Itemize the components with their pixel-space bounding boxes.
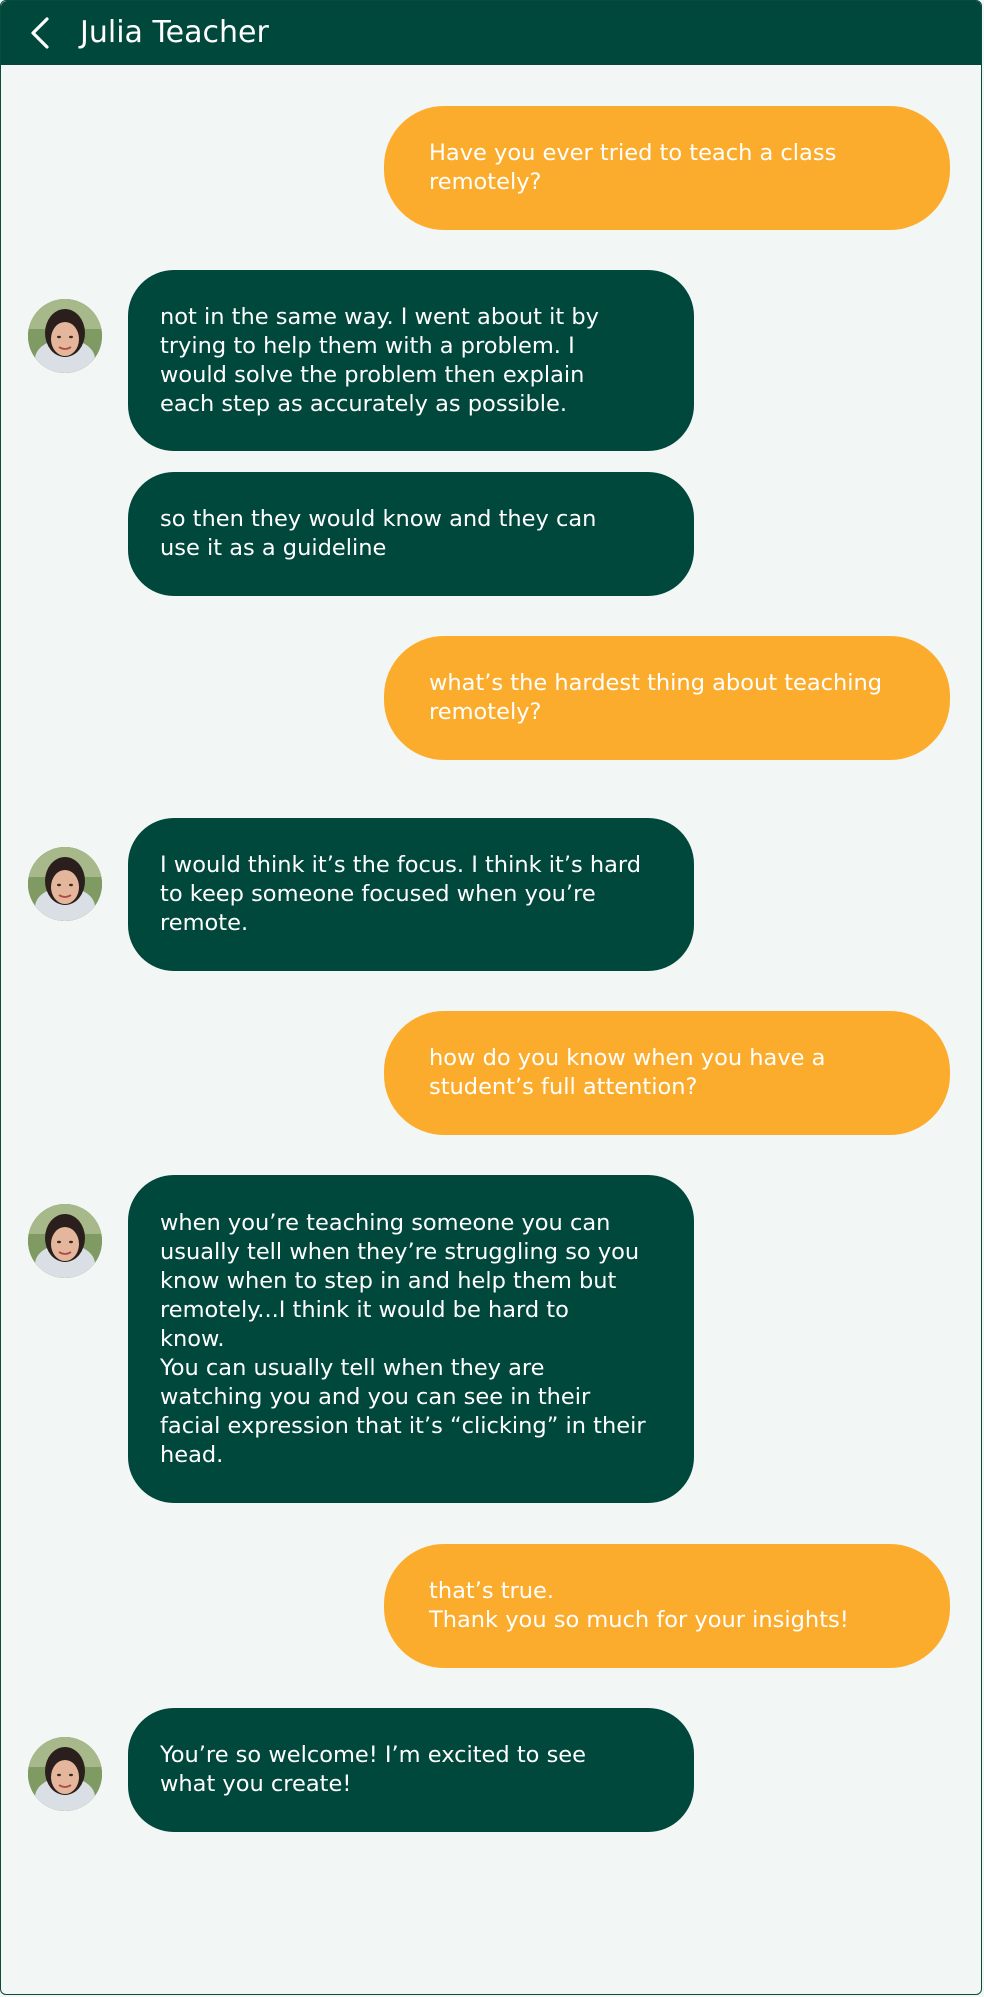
outgoing-message[interactable]: what’s the hardest thing about teaching … [384, 636, 950, 760]
teacher-avatar[interactable] [28, 847, 102, 921]
chat-header: Julia Teacher [1, 1, 981, 65]
incoming-message[interactable]: so then they would know and they can use… [128, 472, 694, 596]
outgoing-message[interactable]: how do you know when you have a student’… [384, 1011, 950, 1135]
incoming-message[interactable]: I would think it’s the focus. I think it… [128, 818, 694, 971]
contact-name: Julia Teacher [80, 15, 269, 50]
message-text: when you’re teaching someone you can usu… [160, 1209, 646, 1468]
teacher-avatar[interactable] [28, 1204, 102, 1278]
message-text: how do you know when you have a student’… [429, 1045, 826, 1100]
message-text: not in the same way. I went about it by … [160, 303, 599, 417]
message-text: I would think it’s the focus. I think it… [160, 852, 642, 936]
message-text: that’s true. Thank you so much for your … [429, 1578, 849, 1633]
teacher-photo [28, 847, 102, 921]
teacher-avatar[interactable] [28, 299, 102, 373]
incoming-message[interactable]: not in the same way. I went about it by … [128, 270, 694, 451]
teacher-photo [28, 1737, 102, 1811]
incoming-message[interactable]: when you’re teaching someone you can usu… [128, 1175, 694, 1503]
message-text: You’re so welcome! I’m excited to see wh… [160, 1742, 586, 1797]
message-text: what’s the hardest thing about teaching … [429, 670, 883, 725]
outgoing-message[interactable]: Have you ever tried to teach a class rem… [384, 106, 950, 230]
chat-window: Julia Teacher Have you ever tried to tea… [0, 0, 982, 1995]
outgoing-message[interactable]: that’s true. Thank you so much for your … [384, 1544, 950, 1668]
teacher-photo [28, 1204, 102, 1278]
back-button[interactable] [23, 13, 63, 53]
teacher-avatar[interactable] [28, 1737, 102, 1811]
incoming-message[interactable]: You’re so welcome! I’m excited to see wh… [128, 1708, 694, 1832]
teacher-photo [28, 299, 102, 373]
message-text: so then they would know and they can use… [160, 506, 597, 561]
message-text: Have you ever tried to teach a class rem… [429, 140, 837, 195]
chevron-left-icon [31, 17, 49, 49]
